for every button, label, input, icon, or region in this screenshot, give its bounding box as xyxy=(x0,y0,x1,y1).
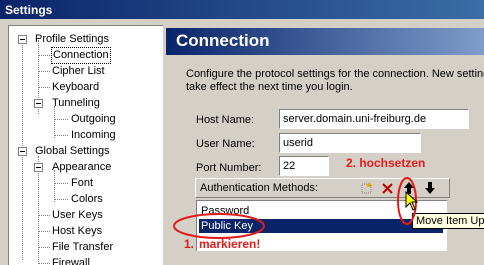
port-number-value: 22 xyxy=(283,160,296,172)
tree-item-outgoing[interactable]: Outgoing xyxy=(71,112,116,127)
delete-icon[interactable] xyxy=(382,183,394,195)
tree-line xyxy=(54,183,68,184)
tree-item-keyboard[interactable]: Keyboard xyxy=(52,80,99,95)
tree-item-user-keys[interactable]: User Keys xyxy=(52,208,103,223)
window-title: Settings xyxy=(5,3,53,17)
tree-item-profile-settings[interactable]: Profile Settings xyxy=(35,32,109,47)
port-number-field[interactable]: 22 xyxy=(279,156,329,176)
tree-line xyxy=(38,231,50,232)
collapse-icon[interactable] xyxy=(34,163,43,172)
tree-line xyxy=(54,199,68,200)
host-name-value: server.domain.uni-freiburg.de xyxy=(283,113,427,125)
title-bar: Settings xyxy=(0,0,484,19)
tree-line xyxy=(38,247,50,248)
tree-line xyxy=(54,135,68,136)
tree-item-colors[interactable]: Colors xyxy=(71,192,103,207)
tree-item-cipher-list[interactable]: Cipher List xyxy=(52,64,105,79)
host-name-label: Host Name: xyxy=(196,114,255,126)
highlight-ellipse xyxy=(173,213,265,239)
tree-line xyxy=(38,71,50,72)
collapse-icon[interactable] xyxy=(18,147,27,156)
panel-title: Connection xyxy=(176,31,270,50)
tree-line xyxy=(38,55,50,56)
user-name-value: userid xyxy=(283,137,313,149)
step-2-annotation: 2. hochsetzen xyxy=(346,156,426,170)
user-name-field[interactable]: userid xyxy=(279,133,421,153)
settings-tree[interactable]: Profile Settings Connection Cipher List … xyxy=(8,25,163,265)
tree-item-connection[interactable]: Connection xyxy=(51,47,111,64)
collapse-icon[interactable] xyxy=(34,99,43,108)
cursor-icon xyxy=(405,191,419,211)
collapse-icon[interactable] xyxy=(18,35,27,44)
user-name-label: User Name: xyxy=(196,138,255,150)
tree-item-host-keys[interactable]: Host Keys xyxy=(52,224,102,239)
description-line: Configure the protocol settings for the … xyxy=(186,68,484,80)
tooltip: Move Item Up xyxy=(412,213,484,229)
auth-methods-label: Authentication Methods: xyxy=(200,182,319,194)
tree-item-appearance[interactable]: Appearance xyxy=(52,160,111,175)
new-item-icon[interactable] xyxy=(361,182,373,194)
tree-line xyxy=(38,215,50,216)
tree-item-font[interactable]: Font xyxy=(71,176,93,191)
tree-line xyxy=(54,119,68,120)
host-name-field[interactable]: server.domain.uni-freiburg.de xyxy=(279,109,469,129)
description-line: take effect the next time you login. xyxy=(186,81,353,93)
tree-line xyxy=(38,87,50,88)
tree-item-global-settings[interactable]: Global Settings xyxy=(35,144,110,159)
panel-description: Configure the protocol settings for the … xyxy=(186,68,484,94)
move-down-icon[interactable] xyxy=(424,181,436,195)
tree-item-file-transfer[interactable]: File Transfer xyxy=(52,240,113,255)
tree-item-tunneling[interactable]: Tunneling xyxy=(52,96,100,111)
panel-header: Connection xyxy=(166,28,484,55)
port-number-label: Port Number: xyxy=(196,162,262,174)
tree-item-incoming[interactable]: Incoming xyxy=(71,128,116,143)
